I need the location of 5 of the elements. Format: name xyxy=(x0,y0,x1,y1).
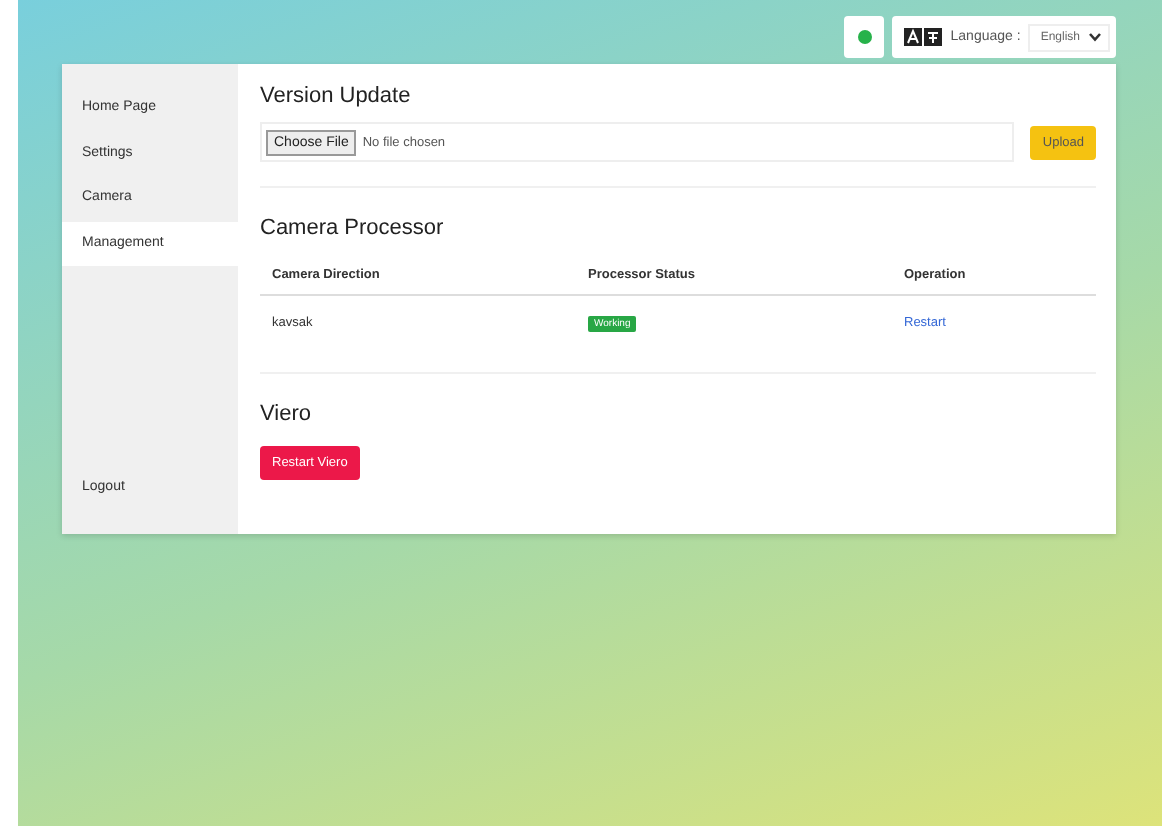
section-title: Version Update xyxy=(260,84,413,108)
translate-icon xyxy=(904,28,943,46)
chevron-down-icon xyxy=(1088,32,1102,42)
section-title: Viero xyxy=(260,402,313,426)
section-title: Camera Processor xyxy=(260,216,446,240)
